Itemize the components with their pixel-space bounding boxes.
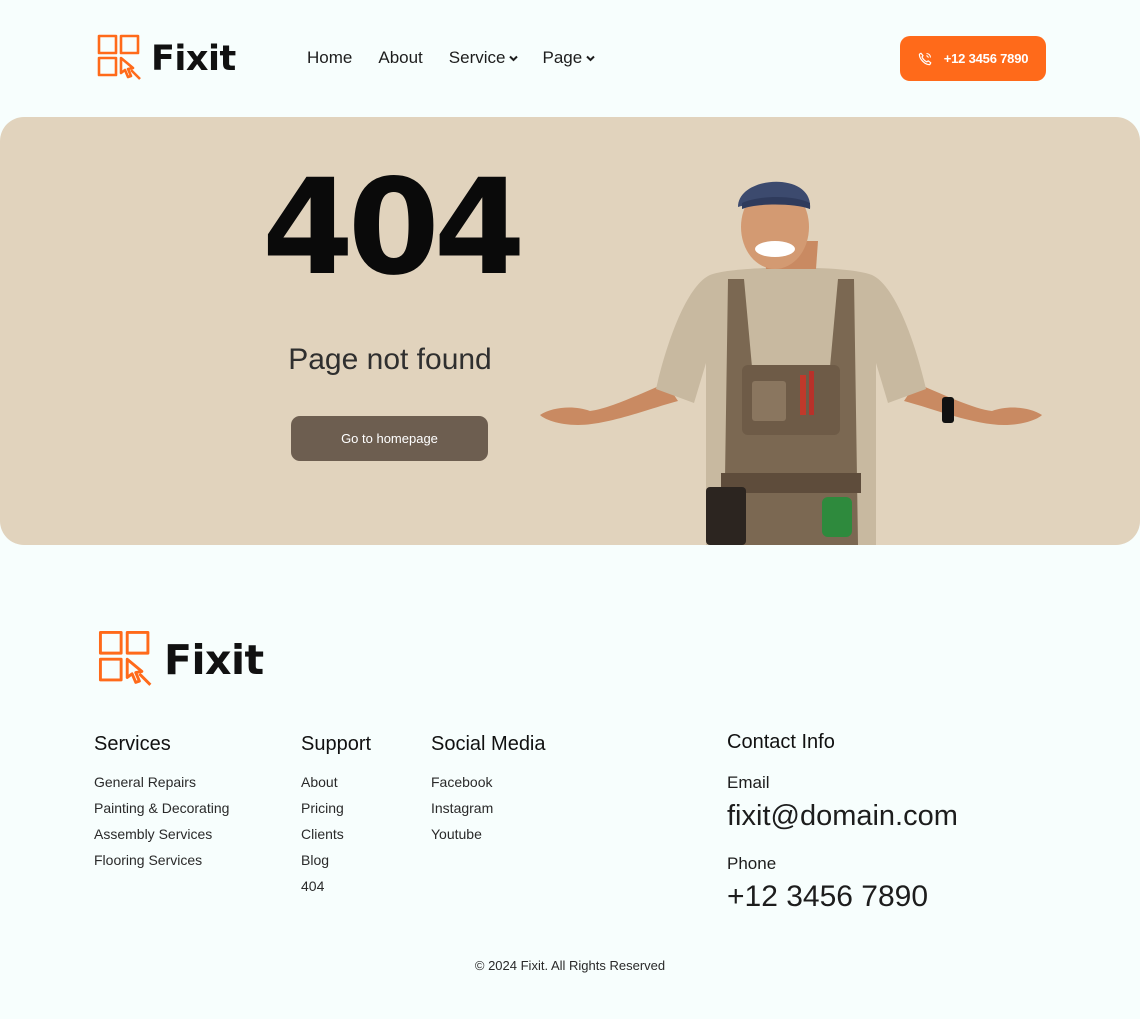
- services-heading: Services: [94, 733, 171, 755]
- error-code: 404: [262, 151, 526, 305]
- header-logo[interactable]: Fixit: [97, 34, 236, 85]
- fixit-logo-icon: [98, 630, 154, 691]
- call-button-label: +12 3456 7890: [943, 51, 1029, 66]
- footer-logo[interactable]: Fixit: [98, 630, 264, 691]
- nav-page-dropdown[interactable]: Page: [542, 47, 595, 69]
- social-links: Facebook Instagram Youtube: [431, 773, 493, 851]
- nav-page-label: Page: [542, 48, 583, 67]
- social-media-heading: Social Media: [431, 733, 546, 755]
- chevron-down-icon: [509, 55, 519, 62]
- footer-link[interactable]: About: [301, 773, 344, 799]
- footer-link[interactable]: Assembly Services: [94, 825, 229, 851]
- footer-link[interactable]: Facebook: [431, 773, 493, 799]
- footer-link[interactable]: General Repairs: [94, 773, 229, 799]
- footer-link[interactable]: Instagram: [431, 799, 493, 825]
- nav-service-dropdown[interactable]: Service: [449, 47, 519, 69]
- site-header: Fixit Home About Service Page +12 3456 7…: [0, 0, 1140, 117]
- go-to-homepage-button[interactable]: Go to homepage: [291, 416, 488, 461]
- footer-link[interactable]: Painting & Decorating: [94, 799, 229, 825]
- nav-home-label: Home: [307, 48, 353, 67]
- error-message: Page not found: [288, 343, 492, 376]
- nav-home[interactable]: Home: [307, 47, 352, 69]
- phone-link[interactable]: +12 3456 7890: [727, 880, 928, 914]
- email-label: Email: [727, 773, 770, 792]
- contact-info-heading: Contact Info: [727, 731, 835, 753]
- nav-about[interactable]: About: [378, 47, 422, 69]
- nav-about-label: About: [378, 48, 423, 67]
- phone-label: Phone: [727, 854, 777, 873]
- error-hero: 404 Page not found Go to homepage: [0, 117, 1140, 545]
- footer-logo-wordmark: Fixit: [164, 635, 264, 684]
- chevron-down-icon: [586, 55, 595, 62]
- footer-link[interactable]: 404: [301, 877, 344, 903]
- phone-icon: [918, 52, 932, 66]
- logo-wordmark: Fixit: [151, 38, 236, 79]
- services-links: General Repairs Painting & Decorating As…: [94, 773, 229, 877]
- copyright-text: © 2024 Fixit. All Rights Reserved: [474, 958, 666, 973]
- email-link[interactable]: fixit@domain.com: [727, 800, 958, 833]
- footer-link[interactable]: Pricing: [301, 799, 344, 825]
- footer-link[interactable]: Flooring Services: [94, 851, 229, 877]
- footer-link[interactable]: Clients: [301, 825, 344, 851]
- footer-link[interactable]: Blog: [301, 851, 344, 877]
- nav-service-label: Service: [448, 48, 506, 67]
- fixit-logo-icon: [97, 34, 143, 85]
- support-heading: Support: [301, 733, 372, 755]
- handyman-photo: [540, 181, 1042, 545]
- call-button[interactable]: +12 3456 7890: [900, 36, 1046, 81]
- main-nav: Home About Service Page: [307, 47, 595, 69]
- support-links: About Pricing Clients Blog 404: [301, 773, 344, 903]
- footer-link[interactable]: Youtube: [431, 825, 493, 851]
